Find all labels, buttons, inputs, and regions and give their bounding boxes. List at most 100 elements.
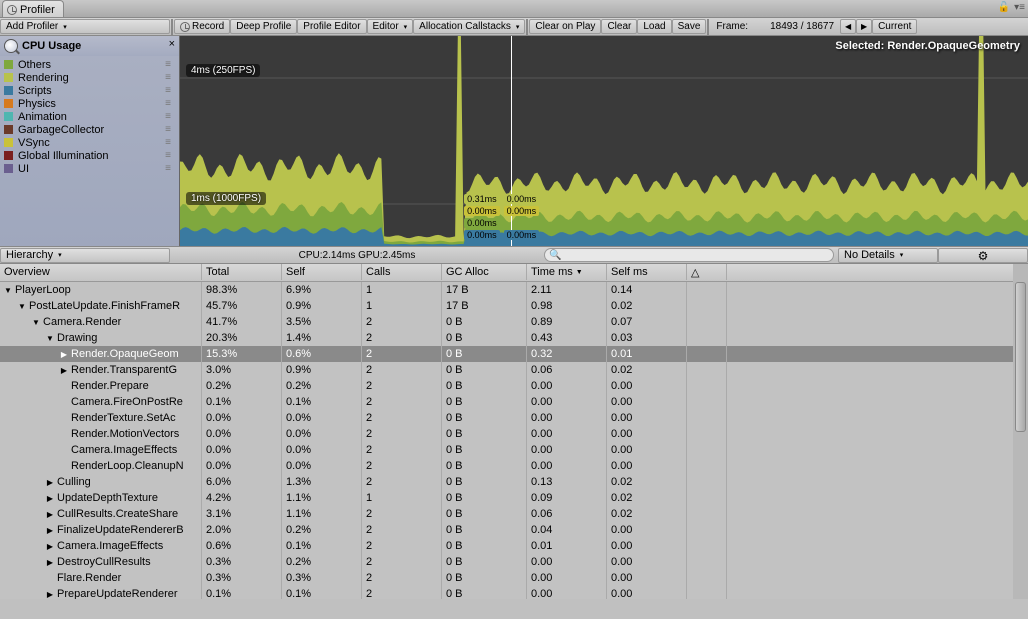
legend-item[interactable]: Animation ≡ [4, 110, 175, 123]
profile-editor-button[interactable]: Profile Editor [297, 19, 366, 34]
table-row[interactable]: ▶ Camera.ImageEffects 0.6% 0.1% 2 0 B 0.… [0, 538, 1028, 554]
table-row[interactable]: ▶ UpdateDepthTexture 4.2% 1.1% 1 0 B 0.0… [0, 490, 1028, 506]
legend-item[interactable]: Rendering ≡ [4, 71, 175, 84]
close-icon[interactable]: × [169, 38, 175, 50]
legend-item[interactable]: Others ≡ [4, 58, 175, 71]
legend-label: Rendering [18, 72, 69, 84]
frame-prev-button[interactable]: ◀ [840, 19, 856, 34]
table-row[interactable]: Render.Prepare 0.2% 0.2% 2 0 B 0.00 0.00 [0, 378, 1028, 394]
disclosure-icon[interactable]: ▼ [4, 286, 12, 295]
toolbar: Add Profiler Record Deep Profile Profile… [0, 18, 1028, 36]
disclosure-icon[interactable]: ▶ [60, 366, 68, 375]
save-button[interactable]: Save [672, 19, 707, 34]
hierarchy-table[interactable]: Overview Total Self Calls GC Alloc Time … [0, 264, 1028, 599]
allocation-callstacks-dropdown[interactable]: Allocation Callstacks [413, 19, 525, 34]
frame-value: 18493 / 18677 [754, 21, 834, 32]
disclosure-icon[interactable]: ▼ [18, 302, 26, 311]
table-row[interactable]: ▼ PostLateUpdate.FinishFrameR 45.7% 0.9%… [0, 298, 1028, 314]
profiler-tab[interactable]: Profiler [2, 0, 64, 17]
table-row[interactable]: ▶ PrepareUpdateRenderer 0.1% 0.1% 2 0 B … [0, 586, 1028, 599]
legend-label: UI [18, 163, 29, 175]
legend-item[interactable]: Physics ≡ [4, 97, 175, 110]
clear-button[interactable]: Clear [601, 19, 637, 34]
table-row[interactable]: Flare.Render 0.3% 0.3% 2 0 B 0.00 0.00 [0, 570, 1028, 586]
th-self-ms[interactable]: Self ms [607, 264, 687, 280]
table-header: Overview Total Self Calls GC Alloc Time … [0, 264, 1028, 282]
table-row[interactable]: ▼ PlayerLoop 98.3% 6.9% 1 17 B 2.11 0.14 [0, 282, 1028, 298]
disclosure-icon[interactable]: ▶ [46, 542, 54, 551]
hierarchy-dropdown[interactable]: Hierarchy [0, 248, 170, 263]
legend-swatch [4, 73, 13, 82]
table-row[interactable]: RenderLoop.CleanupN 0.0% 0.0% 2 0 B 0.00… [0, 458, 1028, 474]
disclosure-icon[interactable]: ▶ [46, 494, 54, 503]
graph-area[interactable]: Selected: Render.OpaqueGeometry 4ms (250… [180, 36, 1028, 246]
legend-item[interactable]: Global Illumination ≡ [4, 149, 175, 162]
window-menu-icon[interactable]: ▾≡ [1014, 2, 1025, 13]
record-button[interactable]: Record [174, 19, 230, 34]
legend-item[interactable]: VSync ≡ [4, 136, 175, 149]
table-row[interactable]: ▼ Drawing 20.3% 1.4% 2 0 B 0.43 0.03 [0, 330, 1028, 346]
sidebar-header: CPU Usage [0, 36, 179, 56]
legend-item[interactable]: UI ≡ [4, 162, 175, 175]
table-row[interactable]: Camera.FireOnPostRe 0.1% 0.1% 2 0 B 0.00… [0, 394, 1028, 410]
drag-handle-icon[interactable]: ≡ [165, 150, 171, 161]
frame-info: Frame: 18493 / 18677 [710, 21, 840, 32]
disclosure-icon[interactable]: ▼ [32, 318, 40, 327]
table-row[interactable]: ▶ Render.TransparentG 3.0% 0.9% 2 0 B 0.… [0, 362, 1028, 378]
search-input[interactable]: 🔍 [544, 248, 834, 262]
drag-handle-icon[interactable]: ≡ [165, 163, 171, 174]
settings-button[interactable]: ⚙ [938, 248, 1028, 263]
table-row[interactable]: Camera.ImageEffects 0.0% 0.0% 2 0 B 0.00… [0, 442, 1028, 458]
window-lock-icon[interactable]: 🔓 [998, 2, 1010, 13]
th-overview[interactable]: Overview [0, 264, 202, 280]
legend-swatch [4, 86, 13, 95]
legend-swatch [4, 151, 13, 160]
table-row[interactable]: ▶ FinalizeUpdateRendererB 2.0% 0.2% 2 0 … [0, 522, 1028, 538]
drag-handle-icon[interactable]: ≡ [165, 72, 171, 83]
profiler-sidebar: × CPU Usage Others ≡ Rendering ≡ Scripts… [0, 36, 180, 246]
graph-selected-label: Selected: Render.OpaqueGeometry [835, 40, 1020, 52]
legend-item[interactable]: Scripts ≡ [4, 84, 175, 97]
table-row[interactable]: ▶ CullResults.CreateShare 3.1% 1.1% 2 0 … [0, 506, 1028, 522]
scrollbar-thumb[interactable] [1015, 282, 1026, 432]
drag-handle-icon[interactable]: ≡ [165, 85, 171, 96]
scrollbar[interactable] [1013, 264, 1028, 599]
frame-next-button[interactable]: ▶ [856, 19, 872, 34]
clear-on-play-button[interactable]: Clear on Play [529, 19, 601, 34]
table-row[interactable]: ▶ Render.OpaqueGeom 15.3% 0.6% 2 0 B 0.3… [0, 346, 1028, 362]
th-gc-alloc[interactable]: GC Alloc [442, 264, 527, 280]
legend-item[interactable]: GarbageCollector ≡ [4, 123, 175, 136]
table-row[interactable]: ▼ Camera.Render 41.7% 3.5% 2 0 B 0.89 0.… [0, 314, 1028, 330]
drag-handle-icon[interactable]: ≡ [165, 59, 171, 70]
disclosure-icon[interactable]: ▶ [46, 526, 54, 535]
drag-handle-icon[interactable]: ≡ [165, 98, 171, 109]
table-row[interactable]: RenderTexture.SetAc 0.0% 0.0% 2 0 B 0.00… [0, 410, 1028, 426]
drag-handle-icon[interactable]: ≡ [165, 111, 171, 122]
deep-profile-button[interactable]: Deep Profile [230, 19, 297, 34]
table-row[interactable]: ▶ Culling 6.0% 1.3% 2 0 B 0.13 0.02 [0, 474, 1028, 490]
disclosure-icon[interactable]: ▶ [46, 590, 54, 599]
current-button[interactable]: Current [872, 19, 917, 34]
legend-swatch [4, 125, 13, 134]
table-row[interactable]: ▶ DestroyCullResults 0.3% 0.2% 2 0 B 0.0… [0, 554, 1028, 570]
th-calls[interactable]: Calls [362, 264, 442, 280]
add-profiler-dropdown[interactable]: Add Profiler [0, 19, 170, 34]
magnifier-icon [4, 39, 18, 53]
cpu-gpu-summary: CPU:2.14ms GPU:2.45ms [170, 250, 544, 261]
legend-label: VSync [18, 137, 50, 149]
drag-handle-icon[interactable]: ≡ [165, 137, 171, 148]
th-time-ms[interactable]: Time ms▼ [527, 264, 607, 280]
load-button[interactable]: Load [637, 19, 671, 34]
disclosure-icon[interactable]: ▶ [60, 350, 68, 359]
drag-handle-icon[interactable]: ≡ [165, 124, 171, 135]
th-self[interactable]: Self [282, 264, 362, 280]
disclosure-icon[interactable]: ▼ [46, 334, 54, 343]
th-total[interactable]: Total [202, 264, 282, 280]
table-row[interactable]: Render.MotionVectors 0.0% 0.0% 2 0 B 0.0… [0, 426, 1028, 442]
disclosure-icon[interactable]: ▶ [46, 558, 54, 567]
editor-dropdown[interactable]: Editor [367, 19, 414, 34]
th-warning[interactable]: △ [687, 264, 727, 280]
disclosure-icon[interactable]: ▶ [46, 478, 54, 487]
disclosure-icon[interactable]: ▶ [46, 510, 54, 519]
details-dropdown[interactable]: No Details [838, 248, 938, 263]
